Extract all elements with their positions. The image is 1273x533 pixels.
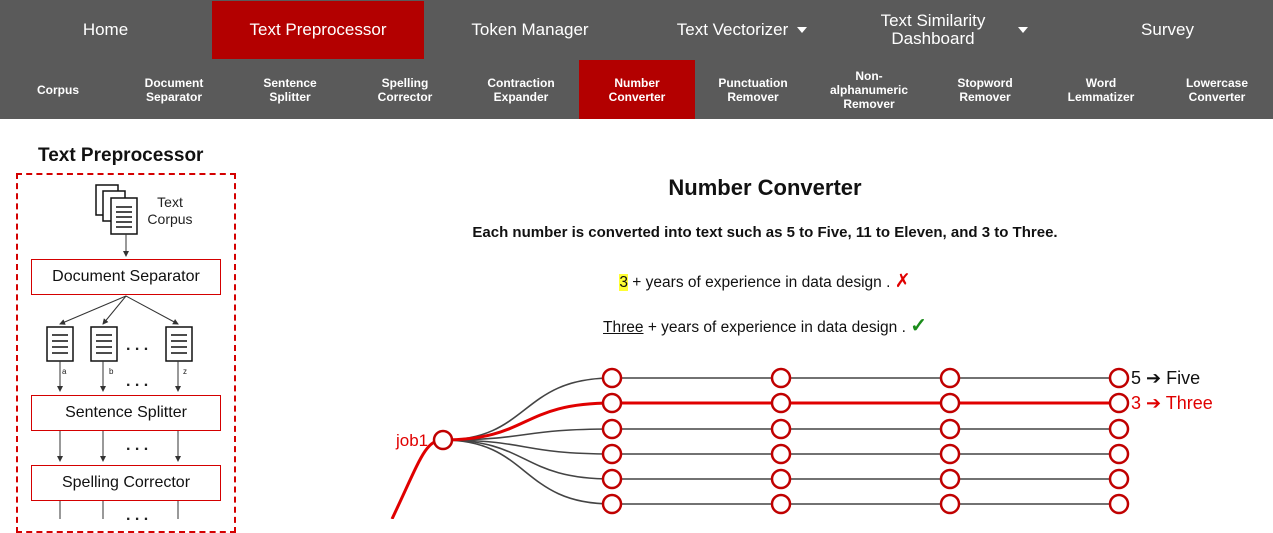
network-node — [939, 392, 961, 414]
network-node — [601, 367, 623, 389]
network-node — [601, 418, 623, 440]
output-label-five: 5 ➔ Five — [1131, 368, 1201, 388]
network-node — [601, 443, 623, 465]
network-node — [601, 392, 623, 414]
network-node — [1108, 367, 1130, 389]
network-node — [770, 392, 792, 414]
network-node — [601, 468, 623, 490]
network-node — [939, 443, 961, 465]
network-node — [939, 418, 961, 440]
network-node — [1108, 392, 1130, 414]
conversion-network — [390, 367, 1130, 519]
network-node — [601, 493, 623, 515]
network-node — [1108, 418, 1130, 440]
network-node — [939, 367, 961, 389]
network-node — [770, 443, 792, 465]
network-node — [939, 468, 961, 490]
network-node — [1108, 443, 1130, 465]
source-label: job1 — [396, 431, 429, 450]
source-node — [432, 429, 454, 451]
output-label-three: 3 ➔ Three — [1131, 393, 1213, 413]
network-node — [770, 468, 792, 490]
network-node — [770, 493, 792, 515]
network-node — [1108, 493, 1130, 515]
network-node — [770, 418, 792, 440]
network-node — [770, 367, 792, 389]
network-node — [939, 493, 961, 515]
network-node — [1108, 468, 1130, 490]
